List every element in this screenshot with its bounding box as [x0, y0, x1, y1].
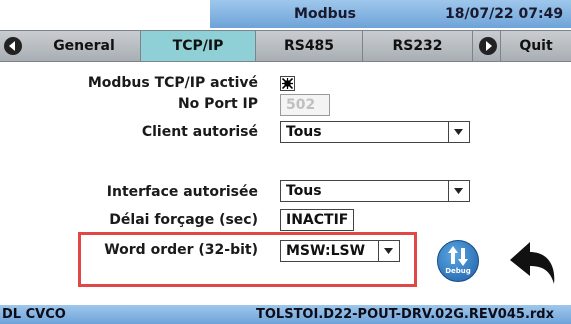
title-bar: Modbus 18/07/22 07:49 — [0, 0, 571, 28]
back-button[interactable] — [508, 240, 560, 292]
tab-rs232[interactable]: RS232 — [363, 31, 473, 61]
client-label: Client autorisé — [141, 124, 258, 140]
word-order-select[interactable]: MSW:LSW — [280, 240, 400, 262]
delay-field[interactable]: INACTIF — [280, 209, 354, 231]
chevron-down-icon — [384, 248, 393, 254]
port-field[interactable]: 502 — [280, 94, 330, 116]
interface-select[interactable]: Tous — [280, 180, 470, 202]
delay-label: Délai forçage (sec) — [109, 212, 258, 228]
word-order-dropdown-button[interactable] — [378, 241, 399, 261]
client-select-value: Tous — [286, 124, 322, 140]
client-dropdown-button[interactable] — [448, 122, 469, 142]
tab-rs485[interactable]: RS485 — [256, 31, 363, 61]
arrow-right-icon — [486, 41, 492, 51]
quit-button[interactable]: Quit — [500, 31, 571, 61]
word-order-select-value: MSW:LSW — [286, 243, 366, 259]
debug-label: Debug — [445, 267, 471, 275]
next-arrow-button[interactable] — [479, 37, 497, 55]
status-left: DL CVCO — [2, 307, 66, 322]
chevron-down-icon — [454, 129, 463, 135]
tab-bar: General TCP/IP RS485 RS232 Quit — [0, 30, 571, 62]
status-filename: TOLSTOI.D22-POUT-DRV.02G.REV045.rdx — [256, 307, 554, 322]
title-bar-blank — [0, 0, 210, 28]
chevron-down-icon — [454, 188, 463, 194]
word-order-label: Word order (32-bit) — [104, 242, 258, 258]
tab-tcpip[interactable]: TCP/IP — [141, 31, 256, 61]
status-bar: DL CVCO TOLSTOI.D22-POUT-DRV.02G.REV045.… — [0, 305, 571, 324]
back-arrow-icon — [510, 242, 555, 284]
port-label: No Port IP — [177, 96, 258, 112]
window-title: Modbus — [294, 6, 356, 22]
interface-dropdown-button[interactable] — [448, 181, 469, 201]
prev-arrow-button[interactable] — [4, 37, 22, 55]
checked-icon — [282, 78, 293, 89]
modbus-tcp-checkbox[interactable] — [280, 76, 295, 91]
date-time: 18/07/22 07:49 — [445, 6, 564, 22]
interface-select-value: Tous — [286, 183, 322, 199]
interface-label: Interface autorisée — [106, 184, 258, 200]
client-select[interactable]: Tous — [280, 121, 470, 143]
arrow-left-icon — [9, 41, 15, 51]
debug-button[interactable]: Debug — [437, 240, 479, 282]
tab-general[interactable]: General — [28, 31, 141, 61]
modbus-tcp-label: Modbus TCP/IP activé — [87, 75, 258, 91]
transfer-arrows-icon — [448, 246, 468, 266]
